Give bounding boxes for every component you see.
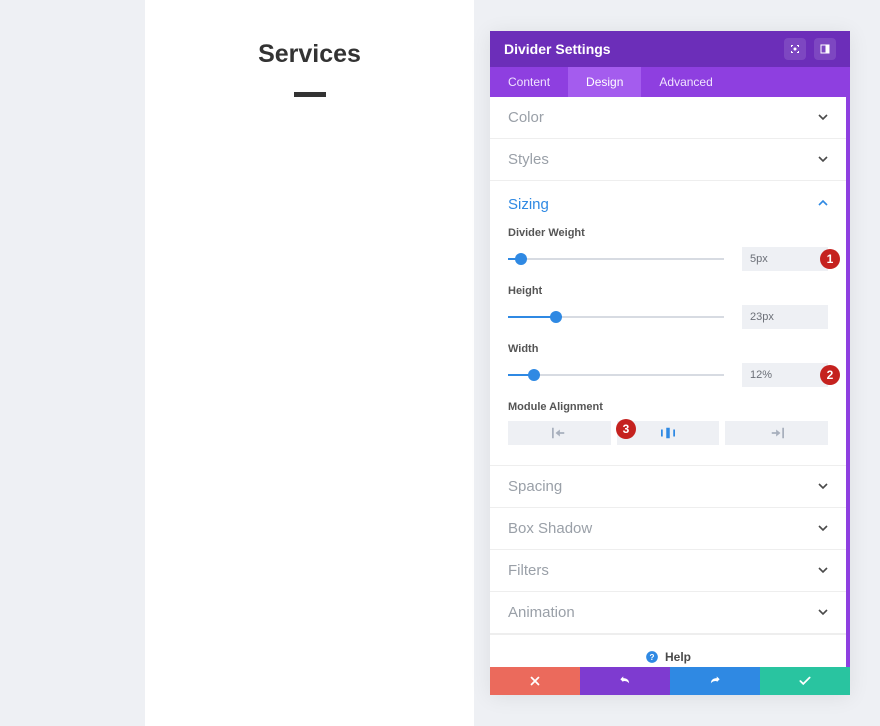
section-label: Animation xyxy=(508,604,818,621)
align-left-icon xyxy=(552,427,566,439)
section-styles[interactable]: Styles xyxy=(490,139,846,181)
divider-weight-slider[interactable] xyxy=(508,251,724,267)
chevron-down-icon xyxy=(818,604,828,622)
section-label: Styles xyxy=(508,151,818,168)
panel-body[interactable]: Color Styles Sizing Divider Weight xyxy=(490,97,850,667)
dock-icon xyxy=(819,43,831,55)
help-label: Help xyxy=(665,650,691,664)
section-label: Box Shadow xyxy=(508,520,818,537)
redo-button[interactable] xyxy=(670,667,760,695)
panel-title: Divider Settings xyxy=(504,41,776,57)
cancel-button[interactable] xyxy=(490,667,580,695)
section-animation[interactable]: Animation xyxy=(490,592,846,634)
panel-tabs: Content Design Advanced xyxy=(490,67,850,97)
undo-button[interactable] xyxy=(580,667,670,695)
align-right-button[interactable] xyxy=(725,421,828,445)
preview-heading: Services xyxy=(145,40,474,69)
expand-panel-button[interactable] xyxy=(784,38,806,60)
height-value[interactable]: 23px xyxy=(742,305,828,329)
divider-weight-value[interactable]: 5px xyxy=(742,247,828,271)
height-slider[interactable] xyxy=(508,309,724,325)
field-label: Width xyxy=(508,343,828,355)
align-center-icon xyxy=(661,427,675,439)
field-height: Height 23px xyxy=(508,285,828,329)
field-width: Width 12% 2 xyxy=(508,343,828,387)
field-label: Module Alignment xyxy=(508,401,828,413)
align-left-button[interactable] xyxy=(508,421,611,445)
section-label: Sizing xyxy=(508,196,818,213)
callout-badge-2: 2 xyxy=(820,365,840,385)
callout-badge-1: 1 xyxy=(820,249,840,269)
dock-panel-button[interactable] xyxy=(814,38,836,60)
panel-footer xyxy=(490,667,850,695)
tab-design[interactable]: Design xyxy=(568,67,641,97)
preview-pane: Services xyxy=(145,0,474,726)
settings-panel: Divider Settings Content Design Advanced… xyxy=(490,31,850,695)
section-label: Spacing xyxy=(508,478,818,495)
preview-divider-line xyxy=(294,92,326,97)
tab-advanced[interactable]: Advanced xyxy=(641,67,730,97)
section-sizing-header[interactable]: Sizing xyxy=(508,195,828,213)
redo-icon xyxy=(708,674,722,688)
field-label: Divider Weight xyxy=(508,227,828,239)
section-sizing: Sizing Divider Weight 5px 1 xyxy=(490,181,846,466)
section-filters[interactable]: Filters xyxy=(490,550,846,592)
field-divider-weight: Divider Weight 5px 1 xyxy=(508,227,828,271)
chevron-down-icon xyxy=(818,109,828,127)
svg-text:?: ? xyxy=(649,652,654,661)
callout-badge-3: 3 xyxy=(616,419,636,439)
width-value[interactable]: 12% xyxy=(742,363,828,387)
field-alignment: Module Alignment xyxy=(508,401,828,445)
chevron-up-icon xyxy=(818,195,828,213)
width-slider[interactable] xyxy=(508,367,724,383)
field-label: Height xyxy=(508,285,828,297)
chevron-down-icon xyxy=(818,478,828,496)
chevron-down-icon xyxy=(818,151,828,169)
section-spacing[interactable]: Spacing xyxy=(490,466,846,508)
chevron-down-icon xyxy=(818,562,828,580)
section-label: Filters xyxy=(508,562,818,579)
check-icon xyxy=(798,674,812,688)
help-link[interactable]: ? Help xyxy=(490,634,846,667)
panel-header: Divider Settings xyxy=(490,31,850,67)
section-label: Color xyxy=(508,109,818,126)
tab-content[interactable]: Content xyxy=(490,67,568,97)
close-icon xyxy=(528,674,542,688)
save-button[interactable] xyxy=(760,667,850,695)
target-icon xyxy=(789,43,801,55)
undo-icon xyxy=(618,674,632,688)
help-icon: ? xyxy=(645,650,659,664)
section-box-shadow[interactable]: Box Shadow xyxy=(490,508,846,550)
align-right-icon xyxy=(770,427,784,439)
chevron-down-icon xyxy=(818,520,828,538)
section-color[interactable]: Color xyxy=(490,97,846,139)
